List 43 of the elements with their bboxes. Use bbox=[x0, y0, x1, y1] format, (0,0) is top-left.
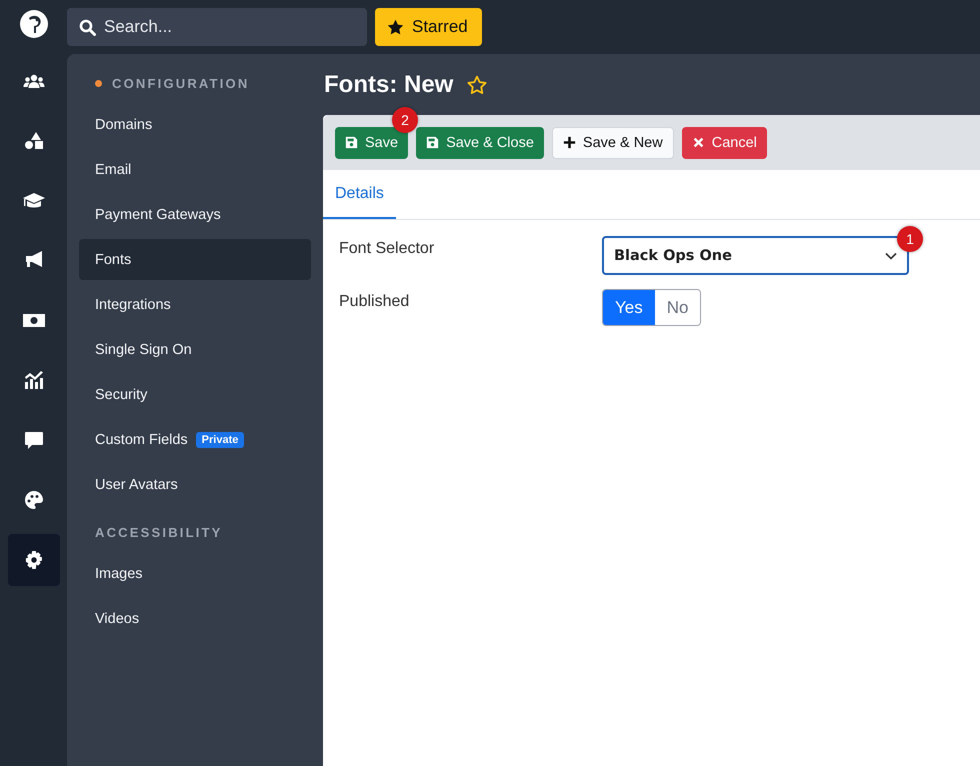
banknote-icon bbox=[22, 311, 44, 329]
save-icon bbox=[426, 136, 440, 149]
section-heading: CONFIGURATION bbox=[112, 76, 250, 90]
sidebar-nav-item[interactable] bbox=[8, 534, 60, 586]
comment-icon bbox=[24, 430, 44, 450]
menu-item[interactable]: User Avatars bbox=[79, 464, 311, 505]
star-outline-icon[interactable] bbox=[467, 75, 488, 94]
starred-button[interactable]: Starred bbox=[375, 8, 482, 46]
page-title: Fonts: New bbox=[324, 70, 454, 98]
search-field[interactable]: Search... bbox=[67, 8, 367, 46]
save-icon bbox=[345, 136, 358, 149]
shapes-icon bbox=[24, 130, 44, 150]
close-icon bbox=[692, 136, 705, 149]
toolbar-button[interactable]: Save & Close bbox=[416, 126, 544, 158]
menu-item[interactable]: Images bbox=[79, 553, 311, 594]
menu-item[interactable]: Integrations bbox=[79, 284, 311, 325]
settings-icon bbox=[24, 551, 42, 569]
toolbar-button[interactable]: Cancel bbox=[682, 126, 767, 158]
menu-item-label[interactable]: Custom Fields bbox=[95, 432, 188, 448]
graduation-cap-icon bbox=[22, 191, 44, 209]
palette-icon bbox=[24, 490, 44, 510]
step-marker: 2 bbox=[392, 106, 418, 132]
tab[interactable]: Details bbox=[323, 170, 396, 219]
star-icon bbox=[387, 19, 404, 35]
toggle-option[interactable]: Yes bbox=[603, 290, 655, 325]
field-label: Font Selector bbox=[339, 239, 436, 259]
chevron-down-icon bbox=[885, 252, 897, 260]
menu-item[interactable]: Domains bbox=[79, 104, 311, 145]
menu-item[interactable]: Payment Gateways bbox=[79, 194, 311, 235]
private-badge: Private bbox=[196, 432, 244, 448]
section-heading: ACCESSIBILITY bbox=[95, 524, 223, 540]
toolbar-button[interactable]: Save & New bbox=[552, 126, 674, 158]
megaphone-icon bbox=[24, 250, 44, 270]
menu-item[interactable]: Security bbox=[79, 374, 311, 415]
plus-icon bbox=[562, 136, 576, 149]
menu-item[interactable]: Videos bbox=[79, 598, 311, 639]
menu-item[interactable]: Fonts bbox=[79, 239, 311, 280]
menu-item[interactable]: Single Sign On bbox=[79, 329, 311, 370]
toolbar-button[interactable]: Save bbox=[335, 126, 408, 158]
step-marker: 1 bbox=[897, 226, 923, 252]
field-label: Published bbox=[339, 292, 410, 312]
chart-icon bbox=[24, 370, 44, 390]
menu-item[interactable]: Email bbox=[79, 149, 311, 190]
